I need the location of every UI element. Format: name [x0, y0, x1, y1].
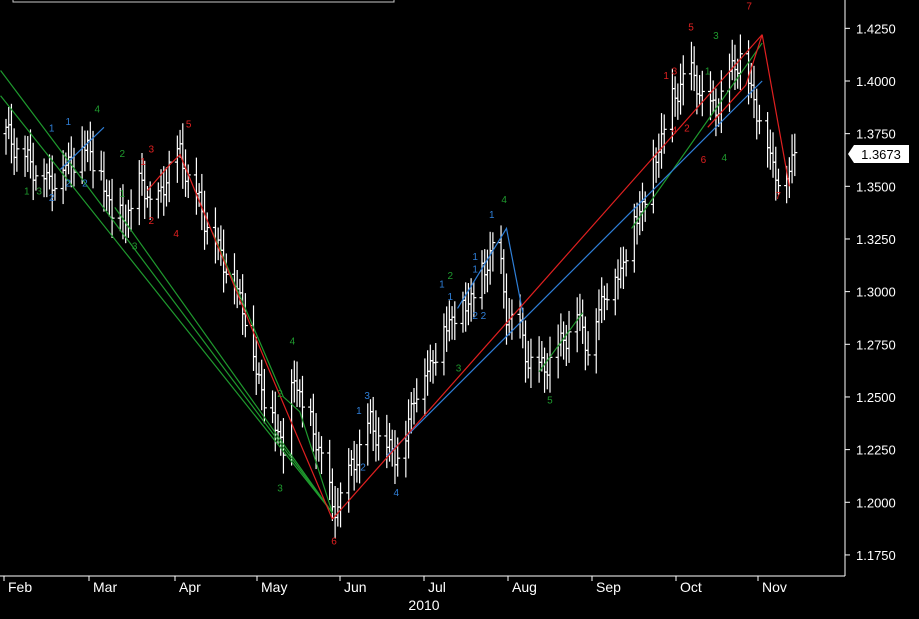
price-chart: 1 32112 24211323454236132412132 2111451 3531…	[0, 0, 919, 619]
last-price-marker: 1.3673	[848, 145, 909, 163]
wave-count-label: 3	[672, 67, 678, 78]
y-tick-label: 1.2000	[856, 495, 896, 510]
wave-count-label: 2	[49, 193, 55, 204]
x-tick-label: Feb	[8, 579, 32, 595]
y-tick-label: 1.2250	[856, 443, 896, 458]
wave-count-label: 1	[49, 124, 55, 135]
wave-count-label: 1	[439, 279, 445, 290]
wave-count-label: 3	[132, 242, 138, 253]
wave-count-label: 1	[119, 189, 125, 200]
wave-count-label: 1	[356, 406, 362, 417]
y-tick-label: 1.3500	[856, 179, 896, 194]
y-tick-label: 1.2500	[856, 390, 896, 405]
wave-count-label: 2	[277, 389, 283, 400]
x-tick-label: Jun	[344, 579, 367, 595]
wave-count-label: 1	[472, 252, 478, 263]
x-tick-label: Oct	[680, 579, 702, 595]
wave-count-label: 2	[65, 178, 71, 189]
wave-count-label: 3	[456, 364, 462, 375]
wave-count-label: 2	[82, 178, 88, 189]
year-label: 2010	[408, 597, 439, 613]
wave-count-label: 4	[290, 336, 296, 347]
y-tick-label: 1.1750	[856, 548, 896, 563]
wave-count-label: 4	[95, 105, 101, 116]
wave-count-label: 1	[489, 210, 495, 221]
x-tick-label: Jul	[428, 579, 446, 595]
wave-count-label: 2	[472, 311, 478, 322]
y-tick-label: 1.3750	[856, 127, 896, 142]
wave-count-label: 1	[65, 117, 71, 128]
wave-count-label: 2	[149, 216, 155, 227]
wave-count-label: 3	[36, 187, 42, 198]
wave-count-label: 2	[119, 149, 125, 160]
wave-count-label: 3	[149, 145, 155, 156]
wave-count-label: 4	[393, 488, 399, 499]
wave-count-label: 3	[364, 391, 370, 402]
wave-count-label: 2	[684, 124, 690, 135]
wave-count-label: 2	[360, 463, 366, 474]
wave-count-label: 3	[277, 484, 283, 495]
wave-count-label: 1	[472, 265, 478, 276]
y-tick-label: 1.3000	[856, 285, 896, 300]
y-tick-label: 1.4000	[856, 74, 896, 89]
wave-count-label: 3	[713, 31, 719, 42]
wave-count-label: 4	[672, 126, 678, 137]
wave-count-label: 4	[501, 195, 507, 206]
x-tick-label: Sep	[596, 579, 621, 595]
chart-background	[0, 0, 919, 619]
wave-count-label: 1	[24, 187, 30, 198]
wave-count-label: 1	[447, 292, 453, 303]
wave-count-label: 5	[688, 22, 694, 33]
wave-count-label: 2	[481, 311, 487, 322]
wave-count-label: 6	[331, 536, 337, 547]
x-tick-label: Nov	[762, 579, 787, 595]
wave-count-label: 2	[447, 271, 453, 282]
wave-count-label: 4	[721, 153, 727, 164]
wave-count-label: 5	[547, 395, 553, 406]
y-tick-label: 1.4250	[856, 21, 896, 36]
wave-count-label: 6	[701, 155, 707, 166]
y-tick-label: 1.3250	[856, 232, 896, 247]
wave-count-label: 5	[186, 119, 192, 130]
wave-count-label: 7	[775, 191, 781, 202]
x-tick-label: May	[261, 579, 287, 595]
wave-count-label: 7	[746, 1, 752, 12]
wave-count-label: 4	[173, 229, 179, 240]
x-tick-label: Mar	[93, 579, 117, 595]
y-tick-label: 1.2750	[856, 337, 896, 352]
x-tick-label: Apr	[179, 579, 201, 595]
last-price-label: 1.3673	[861, 147, 901, 162]
wave-count-label: 1	[140, 157, 146, 168]
wave-count-label: 1	[705, 67, 711, 78]
wave-count-label: 1	[663, 71, 669, 82]
x-tick-label: Aug	[512, 579, 537, 595]
